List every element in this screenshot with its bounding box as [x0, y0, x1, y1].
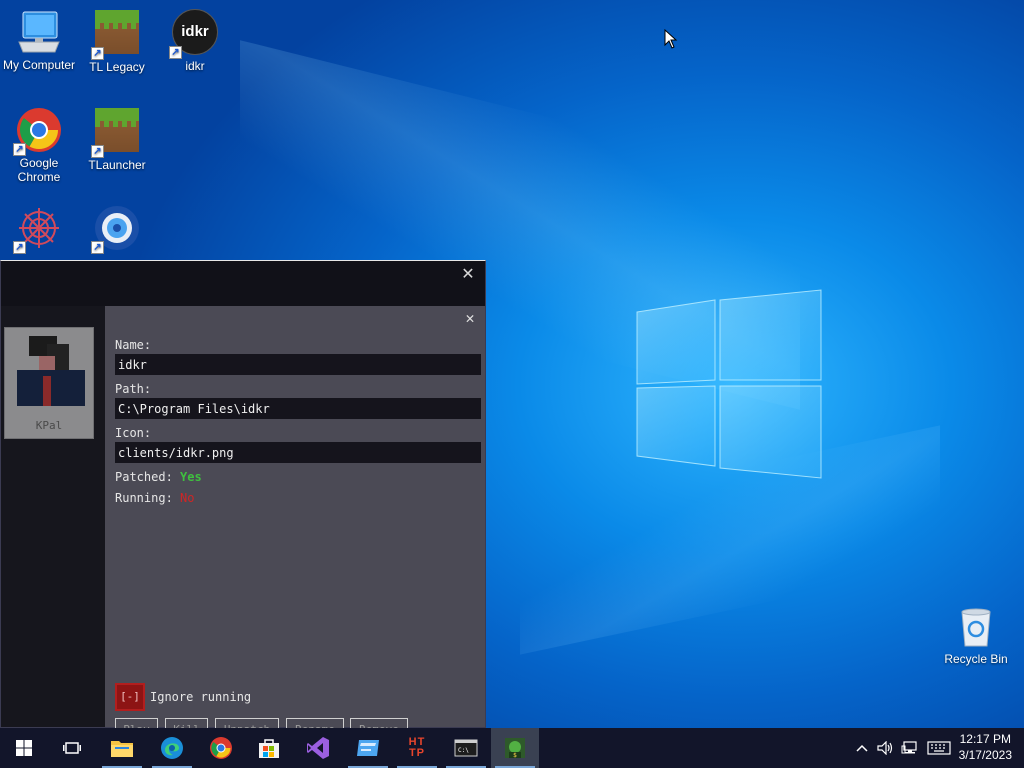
notepad-window-icon	[357, 740, 379, 756]
desktop-icon-google-chrome[interactable]: ↗ Google Chrome	[0, 106, 78, 184]
chevron-up-icon	[856, 744, 868, 752]
svg-text:$: $	[513, 752, 517, 759]
client-card-label: KPal	[35, 419, 63, 432]
desktop-icon-unnamed-2[interactable]: ↗	[78, 204, 156, 254]
show-hidden-icons-button[interactable]	[852, 728, 872, 768]
task-view-icon	[63, 742, 81, 754]
icon-label: Icon:	[115, 426, 152, 440]
path-input[interactable]	[115, 398, 481, 419]
taskbar-edge[interactable]	[148, 728, 196, 768]
folder-icon	[111, 741, 133, 757]
kpal-app-icon: $	[505, 738, 525, 759]
patched-status: Patched: Yes	[115, 470, 202, 484]
visual-studio-icon	[307, 737, 329, 759]
client-thumbnail	[17, 336, 87, 406]
desktop-icon-idkr[interactable]: idkr ↗ idkr	[156, 8, 234, 73]
touch-keyboard-button[interactable]	[925, 728, 953, 768]
taskbar-chrome[interactable]	[197, 728, 245, 768]
terminal-icon: C:\	[454, 739, 478, 757]
desktop-icon-label: My Computer	[2, 58, 76, 72]
shortcut-arrow-icon: ↗	[91, 241, 104, 254]
taskbar-terminal[interactable]: C:\	[442, 728, 490, 768]
computer-icon	[15, 8, 63, 56]
desktop-icon-label: idkr	[185, 59, 205, 73]
desktop-icon-tl-legacy[interactable]: ↗ TL Legacy	[78, 8, 156, 74]
edge-icon	[161, 737, 183, 759]
red-flower-icon: ↗	[13, 204, 63, 254]
shortcut-arrow-icon: ↗	[91, 47, 104, 60]
http-icon: HT TP	[408, 736, 426, 759]
chrome-icon: ↗	[13, 106, 63, 156]
shortcut-arrow-icon: ↗	[91, 145, 104, 158]
kpal-window: ✕ KPal ✕ Name: Path: Icon: Patched: Yes …	[0, 260, 486, 740]
windows-logo	[636, 289, 822, 479]
desktop-icon-tlauncher[interactable]: ↗ TLauncher	[78, 106, 156, 172]
client-detail-panel: ✕ Name: Path: Icon: Patched: Yes Running…	[105, 306, 485, 740]
desktop-icon-unnamed-1[interactable]: ↗	[0, 204, 78, 254]
ignore-running-label: Ignore running	[150, 690, 252, 704]
keyboard-icon	[927, 741, 951, 755]
window-close-button[interactable]: ✕	[459, 265, 477, 283]
taskbar-app-blue[interactable]	[344, 728, 392, 768]
start-button[interactable]	[0, 728, 48, 768]
taskbar: HT TP C:\ $ 12:17 PM 3/17/2023	[0, 728, 1024, 768]
taskbar-clock[interactable]: 12:17 PM 3/17/2023	[959, 731, 1012, 763]
shortcut-arrow-icon: ↗	[13, 241, 26, 254]
clock-date: 3/17/2023	[958, 748, 1012, 762]
ignore-running-checkbox[interactable]: [-]	[115, 683, 145, 711]
client-list: KPal	[1, 306, 105, 727]
name-label: Name:	[115, 338, 152, 352]
recycle-bin-label: Recycle Bin	[944, 652, 1008, 666]
chrome-icon	[210, 737, 232, 759]
network-button[interactable]	[899, 728, 921, 768]
speaker-icon	[877, 741, 893, 755]
taskbar-visual-studio[interactable]	[294, 728, 342, 768]
running-value: No	[180, 491, 195, 505]
shortcut-arrow-icon: ↗	[13, 143, 26, 156]
client-card-kpal[interactable]: KPal	[4, 327, 94, 439]
minecraft-grass-icon: ↗	[91, 108, 141, 158]
shortcut-arrow-icon: ↗	[169, 46, 182, 59]
taskbar-http-toolkit[interactable]: HT TP	[393, 728, 441, 768]
running-label: Running:	[115, 491, 173, 505]
recycle-bin-icon	[952, 602, 1000, 650]
patched-label: Patched:	[115, 470, 173, 484]
network-icon	[901, 741, 917, 754]
svg-text:C:\: C:\	[458, 747, 469, 754]
disc-icon: ↗	[91, 204, 141, 254]
minecraft-grass-icon: ↗	[91, 10, 141, 60]
desktop-icon-recycle-bin[interactable]: Recycle Bin	[940, 602, 1012, 666]
desktop-icon-label: TLauncher	[88, 158, 146, 172]
volume-button[interactable]	[875, 728, 897, 768]
patched-value: Yes	[180, 470, 202, 484]
mouse-cursor-icon	[664, 29, 678, 49]
taskbar-store[interactable]	[245, 728, 293, 768]
idkr-icon: idkr ↗	[169, 9, 219, 59]
path-label: Path:	[115, 382, 152, 396]
panel-close-button[interactable]: ✕	[461, 309, 479, 327]
task-view-button[interactable]	[48, 728, 96, 768]
running-status: Running: No	[115, 491, 194, 505]
icon-input[interactable]	[115, 442, 481, 463]
taskbar-file-explorer[interactable]	[98, 728, 146, 768]
windows-start-icon	[16, 740, 32, 756]
desktop-icon-label: TL Legacy	[89, 60, 145, 74]
store-icon	[259, 739, 279, 758]
desktop-icon-my-computer[interactable]: My Computer	[0, 8, 78, 72]
name-input[interactable]	[115, 354, 481, 375]
clock-time: 12:17 PM	[959, 732, 1011, 746]
desktop-icon-label: Google Chrome	[17, 156, 61, 184]
taskbar-kpal[interactable]: $	[491, 728, 539, 768]
